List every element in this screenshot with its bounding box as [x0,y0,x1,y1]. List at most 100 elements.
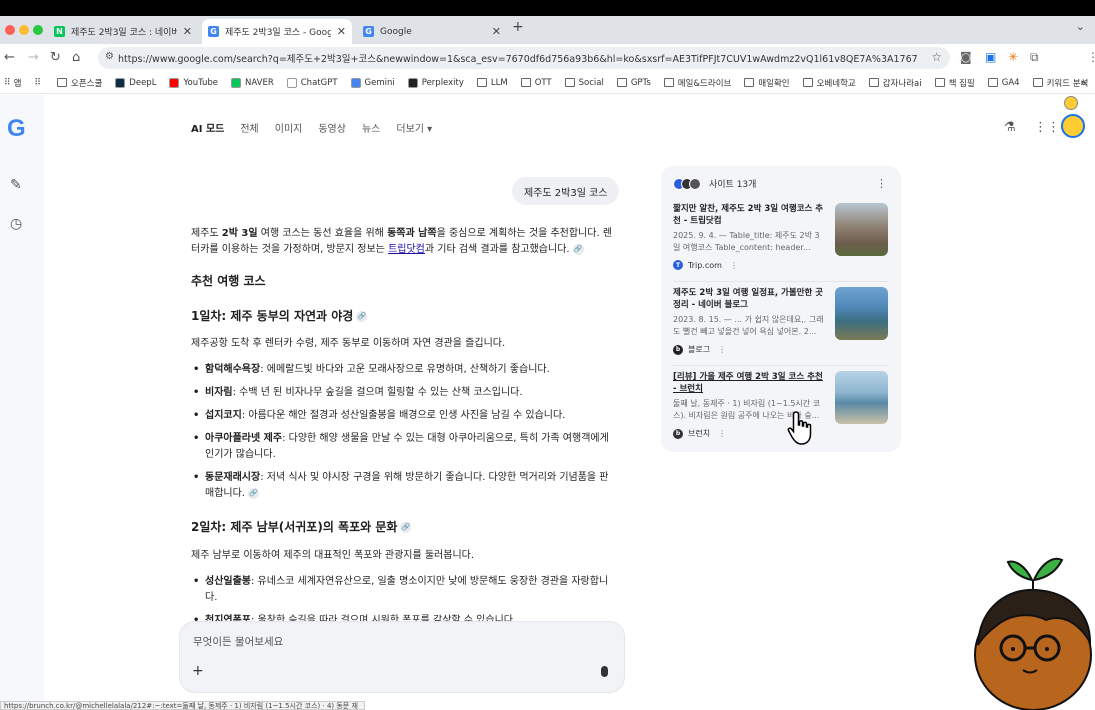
intro-bold: 동쪽과 남쪽 [387,228,437,239]
profile-avatar[interactable] [1064,96,1078,110]
bookmark-label: DeepL [129,77,157,88]
source-title[interactable]: [리뷰] 가을 제주 여행 2박 3일 코스 추천 - 브런치 [673,371,825,396]
source-title[interactable]: 제주도 2박 3일 여행 일정표, 가볼만한 곳 정리 - 네이버 블로그 [673,287,825,312]
source-card[interactable]: 제주도 2박 3일 여행 일정표, 가볼만한 곳 정리 - 네이버 블로그 20… [673,287,889,367]
bookmark-label: Social [578,77,604,88]
tab-ai-mode[interactable]: AI 모드 [191,120,224,135]
reload-icon[interactable]: ↻ [50,50,61,65]
source-thumbnail[interactable] [835,203,888,256]
close-tab-icon[interactable]: ✕ [337,25,346,38]
bookmark-item[interactable]: 메일&드라이브 [663,77,731,89]
bookmark-item[interactable]: 책 집필 [934,77,975,89]
mascot-character-illustration [974,557,1092,710]
forward-arrow-icon[interactable]: → [28,50,39,65]
back-arrow-icon[interactable]: ← [4,50,15,65]
bookmark-item[interactable]: 오픈스쿨 [57,77,102,89]
day1-title: 1일차: 제주 동부의 자연과 야경 🔗 [191,307,617,326]
site-info-icon[interactable]: ⚙ [105,51,114,62]
bookmark-label: 오베네학교 [816,78,856,89]
source-thumbnail[interactable] [835,371,888,424]
google-logo[interactable]: G [7,115,26,143]
bookmark-item[interactable]: LLM [476,78,508,88]
spark-extension-icon[interactable]: ✳ [1008,50,1018,64]
tab-strip: N 제주도 2박3일 코스 : 네이버 검색 ✕ G 제주도 2박3일 코스 -… [0,16,1095,44]
history-icon[interactable]: ◷ [10,216,22,232]
labs-flask-icon[interactable]: ⚗ [1004,120,1016,135]
section-title: 추천 여행 코스 [191,274,266,288]
close-tab-icon[interactable]: ✕ [492,25,501,38]
screen-extension-icon[interactable]: ▣ [985,50,996,64]
bookmark-item[interactable]: OTT [520,78,552,88]
link-icon[interactable]: 🔗 [356,311,368,323]
bookmark-item[interactable]: Social [564,77,604,88]
close-tab-icon[interactable]: ✕ [183,25,192,38]
link-icon[interactable]: 🔗 [400,522,412,534]
bookmark-item[interactable]: 갑자나라ai [868,77,922,89]
tab-naver-search[interactable]: N 제주도 2박3일 코스 : 네이버 검색 ✕ [48,19,198,44]
tab-google[interactable]: G Google ✕ [357,19,507,44]
bookmarks-overflow-icon[interactable]: » [1080,76,1087,89]
sources-header[interactable]: 사이트 13개 [673,177,756,190]
bookmark-item[interactable]: DeepL [115,77,157,88]
bookmark-item[interactable]: Gemini [350,77,395,88]
tab-more[interactable]: 더보기 ▾ [396,120,432,135]
tab-google-search[interactable]: G 제주도 2박3일 코스 - Google Se ✕ [202,19,352,44]
tab-news[interactable]: 뉴스 [362,120,380,135]
bookmark-item[interactable]: ChatGPT [286,77,338,88]
source-title[interactable]: 짧지만 알찬, 제주도 2박 3일 여행코스 추천 - 트립닷컴 [673,203,825,228]
tab-videos[interactable]: 동영상 [318,120,346,135]
folder-icon [520,78,531,87]
bookmark-label: Perplexity [421,77,464,88]
site-favicon-icon [407,77,418,88]
minimize-window-button[interactable] [19,25,29,35]
bookmark-label: GA4 [1001,77,1020,88]
card-more-icon[interactable]: ⋮ [718,345,726,354]
bookmark-item[interactable]: 오베네학교 [802,77,856,89]
bookmark-item[interactable]: GPTs [616,77,651,88]
bookmark-item[interactable]: NAVER [231,77,274,88]
bookmark-label: Gemini [364,77,395,88]
tab-images[interactable]: 이미지 [275,120,303,135]
bookmark-item[interactable]: ⠿ [34,78,44,88]
link-icon[interactable]: 🔗 [247,487,259,499]
microphone-icon[interactable] [601,666,608,677]
bookmark-item[interactable]: GA4 [987,77,1020,88]
bookmark-item[interactable]: Perplexity [407,77,464,88]
bookmark-item[interactable]: 매일확인 [744,77,790,89]
camera-extension-icon[interactable]: ◙ [960,50,972,64]
source-card[interactable]: 짧지만 알찬, 제주도 2박 3일 여행코스 추천 - 트립닷컴 2025. 9… [673,203,889,283]
sources-more-icon[interactable]: ⋮ [876,177,887,190]
ask-input[interactable]: 무엇이든 물어보세요 + [179,621,625,693]
source-site: b 브런치 ⋮ [673,428,726,439]
bookmark-label: 매일확인 [758,78,790,89]
tab-title: 제주도 2박3일 코스 : 네이버 검색 [71,28,177,38]
tab-title: 제주도 2박3일 코스 - Google Se [225,28,331,38]
address-bar[interactable]: ⚙ https://www.google.com/search?q=제주도+2박… [98,47,950,69]
bookmark-label: GPTs [630,77,651,88]
tab-search-chevron-icon[interactable]: ⌄ [1076,20,1085,33]
close-window-button[interactable] [5,25,15,35]
home-icon[interactable]: ⌂ [72,50,80,65]
new-chat-edit-icon[interactable]: ✎ [10,177,22,193]
extensions-puzzle-icon[interactable]: ⧉ [1030,50,1039,65]
bookmark-star-icon[interactable]: ☆ [931,50,942,64]
divider [673,281,889,282]
card-more-icon[interactable]: ⋮ [730,261,738,270]
bookmark-item[interactable]: YouTube [169,77,219,88]
card-more-icon[interactable]: ⋮ [718,429,726,438]
source-thumbnail[interactable] [835,287,888,340]
source-card[interactable]: [리뷰] 가을 제주 여행 2박 3일 코스 추천 - 브런치 둘째 날, 동제… [673,371,889,451]
account-avatar[interactable] [1061,114,1085,138]
more-menu-icon[interactable]: ⋮ [1087,50,1095,64]
bookmark-item[interactable]: ⠿ 앱 [4,77,21,89]
tab-all[interactable]: 전체 [240,120,258,135]
link-icon[interactable]: 🔗 [572,243,584,255]
tripcom-link[interactable]: 트립닷컴 [388,244,425,255]
add-attachment-button[interactable]: + [192,663,204,679]
maximize-window-button[interactable] [33,25,43,35]
bookmarks-bar: ⠿ 앱 ⠿ 오픈스쿨 DeepL YouTube NAVER ChatGPT Gemini Per… [0,72,1095,94]
hand-cursor-icon [787,411,812,445]
new-tab-button[interactable]: + [512,19,524,35]
bookmark-label: YouTube [183,77,219,88]
brunch-icon [689,177,701,190]
